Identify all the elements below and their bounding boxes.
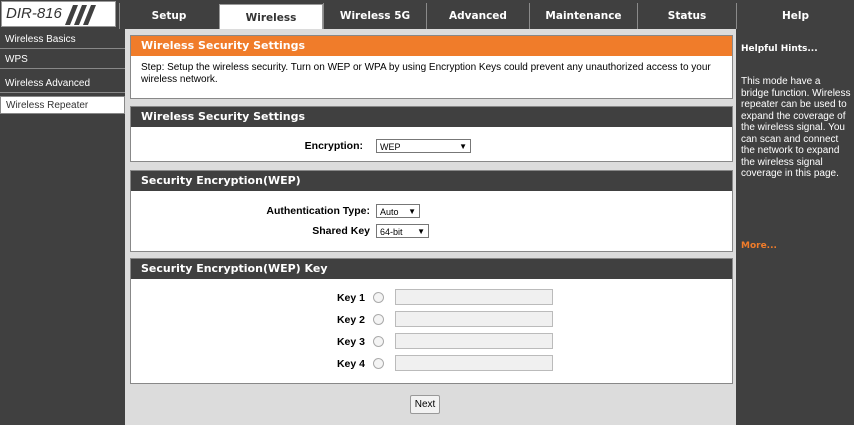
shared-key-select[interactable]: 64-bit ▼ [376,224,429,238]
key-3-radio[interactable] [373,336,384,347]
main-content: Wireless Security Settings Step: Setup t… [125,29,736,425]
wep-title: Security Encryption(WEP) [131,171,732,191]
key-2-label: Key 2 [336,314,365,326]
chevron-down-icon: ▼ [459,142,467,151]
security-settings-panel: Wireless Security Settings Encryption: W… [130,106,733,162]
key-1-label: Key 1 [336,292,365,304]
auth-type-label: Authentication Type: [266,205,370,217]
key-2-input[interactable] [395,311,553,327]
helpful-hints-panel: Helpful Hints... This mode have a bridge… [736,29,854,425]
key-3-label: Key 3 [336,336,365,348]
encryption-select[interactable]: WEP ▼ [376,139,471,153]
wep-key-title: Security Encryption(WEP) Key [131,259,732,279]
tab-setup[interactable]: Setup [119,3,218,29]
intro-text: Step: Setup the wireless security. Turn … [141,62,711,85]
hints-text: This mode have a bridge function. Wirele… [741,76,851,179]
sidebar: Wireless Basics WPS Wireless Advanced Wi… [0,29,125,425]
hints-title: Helpful Hints... [741,44,818,54]
top-navigation-bar: DIR-816 Setup Wireless Wireless 5G Advan… [0,0,854,30]
tab-maintenance[interactable]: Maintenance [529,3,637,29]
key-1-radio[interactable] [373,292,384,303]
tab-advanced[interactable]: Advanced [426,3,529,29]
wep-key-panel: Security Encryption(WEP) Key Key 1 Key 2… [130,258,733,384]
sidebar-item-wps[interactable]: WPS [0,51,125,69]
tab-help[interactable]: Help [736,3,854,29]
intro-panel: Wireless Security Settings Step: Setup t… [130,35,733,99]
sidebar-item-wireless-basics[interactable]: Wireless Basics [0,31,125,49]
hints-more-link[interactable]: More... [741,241,777,251]
key-4-input[interactable] [395,355,553,371]
tab-wireless-5g[interactable]: Wireless 5G [323,3,426,29]
key-4-label: Key 4 [336,358,365,370]
key-2-radio[interactable] [373,314,384,325]
chevron-down-icon: ▼ [417,227,425,236]
security-settings-title: Wireless Security Settings [131,107,732,127]
wep-panel: Security Encryption(WEP) Authentication … [130,170,733,252]
encryption-label: Encryption: [304,140,363,152]
next-button[interactable]: Next [410,395,440,414]
tab-wireless[interactable]: Wireless [219,4,323,30]
brand-name: DIR-816 [6,5,62,22]
shared-key-label: Shared Key [312,225,370,237]
key-4-radio[interactable] [373,358,384,369]
logo-stripes-icon [65,5,96,25]
auth-type-select[interactable]: Auto ▼ [376,204,420,218]
intro-title: Wireless Security Settings [131,36,732,56]
key-1-input[interactable] [395,289,553,305]
chevron-down-icon: ▼ [408,207,416,216]
brand-logo: DIR-816 [1,1,116,27]
sidebar-item-wireless-advanced[interactable]: Wireless Advanced [0,75,125,93]
sidebar-item-wireless-repeater[interactable]: Wireless Repeater [0,96,125,114]
key-3-input[interactable] [395,333,553,349]
tab-status[interactable]: Status [637,3,736,29]
